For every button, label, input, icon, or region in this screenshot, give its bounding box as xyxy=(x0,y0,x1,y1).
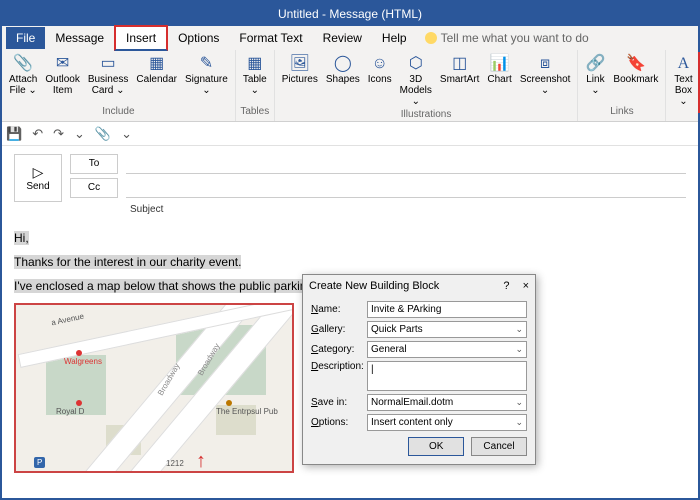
menu-help[interactable]: Help xyxy=(372,27,417,49)
compose-header: ▷ Send To Cc Subject xyxy=(2,146,698,223)
bookmark-button[interactable]: 🔖Bookmark xyxy=(610,52,661,87)
window-title: Untitled - Message (HTML) xyxy=(2,2,698,26)
group-tables-label: Tables xyxy=(240,106,270,119)
screenshot-icon: ⧈ xyxy=(535,54,555,74)
dlg-ok-button[interactable]: OK xyxy=(408,437,464,456)
dlg-cancel-button[interactable]: Cancel xyxy=(471,437,527,456)
dialog-title: Create New Building Block xyxy=(309,280,439,292)
cc-button[interactable]: Cc xyxy=(70,178,118,198)
link-icon: 🔗 xyxy=(585,54,605,74)
group-links-label: Links xyxy=(582,106,661,119)
body-line2: Thanks for the interest in our charity e… xyxy=(14,255,241,269)
3d-models-button[interactable]: ⬡3D Models ⌄ xyxy=(397,52,435,109)
icons-button[interactable]: ☺Icons xyxy=(365,52,395,87)
outlook-item-button[interactable]: ✉Outlook Item xyxy=(42,52,82,98)
to-button[interactable]: To xyxy=(70,154,118,174)
dlg-name-label: Name: xyxy=(311,304,367,315)
dialog-help-button[interactable]: ? xyxy=(503,280,509,292)
icons-icon: ☺ xyxy=(370,54,390,74)
map-pub-label: The Entrpsul Pub xyxy=(216,407,278,416)
text-box-button[interactable]: AText Box ⌄ xyxy=(670,52,696,109)
bookmark-icon: 🔖 xyxy=(626,54,646,74)
calendar-icon: ▦ xyxy=(147,54,167,74)
group-illustrations-label: Illustrations xyxy=(279,109,574,122)
map-arrow-icon: ↑ xyxy=(196,450,206,473)
group-text-label: Text xyxy=(670,113,700,126)
card-icon: ▭ xyxy=(98,54,118,74)
chart-icon: 📊 xyxy=(490,54,510,74)
attach-qat-icon[interactable]: 📎 xyxy=(95,126,111,142)
dlg-options-select[interactable]: Insert content only xyxy=(367,414,527,431)
dialog-close-button[interactable]: × xyxy=(523,280,529,292)
map-avenue-label: a Avenue xyxy=(50,312,84,328)
business-card-button[interactable]: ▭Business Card ⌄ xyxy=(85,52,132,98)
map-num-label: 1212 xyxy=(166,459,184,468)
ribbon: 📎Attach File ⌄ ✉Outlook Item ▭Business C… xyxy=(2,50,698,122)
dlg-options-label: Options: xyxy=(311,417,367,428)
shapes-button[interactable]: ◯Shapes xyxy=(323,52,363,87)
map-royal-label: Royal D xyxy=(56,407,84,416)
subject-label: Subject xyxy=(70,204,686,215)
menu-file[interactable]: File xyxy=(6,27,45,49)
table-icon: ▦ xyxy=(245,54,265,74)
cc-field[interactable] xyxy=(126,178,686,198)
send-button[interactable]: ▷ Send xyxy=(14,154,62,202)
smartart-button[interactable]: ◫SmartArt xyxy=(437,52,482,87)
link-button[interactable]: 🔗Link ⌄ xyxy=(582,52,608,98)
dlg-savein-label: Save in: xyxy=(311,397,367,408)
textbox-icon: A xyxy=(673,54,693,74)
redo-icon[interactable]: ↷ xyxy=(53,126,64,142)
dlg-savein-select[interactable]: NormalEmail.dotm xyxy=(367,394,527,411)
qat-chevron-icon[interactable]: ⌄ xyxy=(74,126,85,142)
embedded-map: a Avenue Broadway Broadway Walgreens Roy… xyxy=(14,303,294,473)
send-arrow-icon: ▷ xyxy=(33,164,44,181)
body-line1: Hi, xyxy=(14,231,29,245)
signature-button[interactable]: ✎Signature ⌄ xyxy=(182,52,231,98)
attach-file-button[interactable]: 📎Attach File ⌄ xyxy=(6,52,40,98)
dlg-name-input[interactable] xyxy=(367,301,527,318)
dlg-gallery-select[interactable]: Quick Parts xyxy=(367,321,527,338)
dlg-description-input[interactable]: | xyxy=(367,361,527,391)
save-icon[interactable]: 💾 xyxy=(6,126,22,142)
menu-format-text[interactable]: Format Text xyxy=(229,27,312,49)
smartart-icon: ◫ xyxy=(450,54,470,74)
signature-icon: ✎ xyxy=(196,54,216,74)
menu-review[interactable]: Review xyxy=(313,27,372,49)
dlg-category-label: Category: xyxy=(311,344,367,355)
pictures-button[interactable]: 🖼Pictures xyxy=(279,52,321,87)
map-p-icon: P xyxy=(34,457,45,468)
map-walgreens-label: Walgreens xyxy=(64,357,102,366)
screenshot-button[interactable]: ⧈Screenshot ⌄ xyxy=(517,52,574,98)
chart-button[interactable]: 📊Chart xyxy=(484,52,514,87)
group-include-label: Include xyxy=(6,106,231,119)
dlg-description-label: Description: xyxy=(311,361,367,372)
to-field[interactable] xyxy=(126,154,686,174)
pictures-icon: 🖼 xyxy=(290,54,310,74)
shapes-icon: ◯ xyxy=(333,54,353,74)
undo-icon[interactable]: ↶ xyxy=(32,126,43,142)
menu-options[interactable]: Options xyxy=(168,27,229,49)
dlg-category-select[interactable]: General xyxy=(367,341,527,358)
3d-icon: ⬡ xyxy=(406,54,426,74)
tell-me-search[interactable]: Tell me what you want to do xyxy=(425,31,589,45)
dlg-gallery-label: Gallery: xyxy=(311,324,367,335)
calendar-button[interactable]: ▦Calendar xyxy=(133,52,180,87)
qat-dropdown-icon[interactable]: ⌄ xyxy=(121,126,132,142)
table-button[interactable]: ▦Table ⌄ xyxy=(240,52,270,98)
menu-message[interactable]: Message xyxy=(45,27,114,49)
bulb-icon xyxy=(425,32,437,44)
body-line3: I've enclosed a map below that shows the… xyxy=(14,279,338,293)
menu-insert[interactable]: Insert xyxy=(114,25,168,51)
quick-access-toolbar: 💾 ↶ ↷ ⌄ 📎 ⌄ xyxy=(2,122,698,146)
create-building-block-dialog: Create New Building Block ? × Name: Gall… xyxy=(302,274,536,465)
menu-bar: File Message Insert Options Format Text … xyxy=(2,26,698,50)
mail-icon: ✉ xyxy=(53,54,73,74)
paperclip-icon: 📎 xyxy=(13,54,33,74)
